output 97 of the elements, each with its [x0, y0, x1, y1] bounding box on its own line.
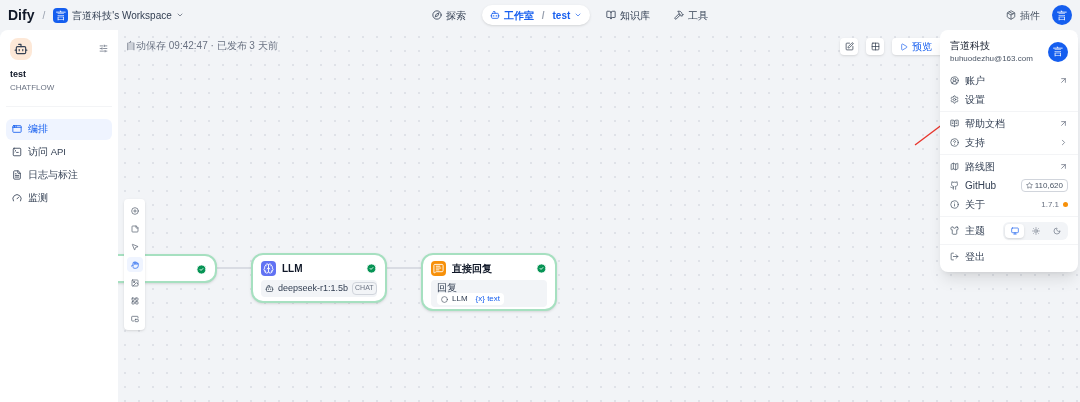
gauge-icon — [12, 193, 22, 203]
settings-icon — [950, 95, 959, 104]
sun-icon — [1031, 226, 1040, 235]
github-icon — [950, 181, 959, 190]
variable-name: {x} text — [475, 293, 501, 305]
chevron-right-icon — [1059, 138, 1068, 147]
robot-icon — [265, 284, 274, 293]
nav-tab[interactable]: 工具 — [666, 5, 717, 25]
note-icon — [130, 224, 139, 233]
window-icon — [12, 124, 22, 134]
pointer-icon — [130, 242, 139, 251]
external-link-icon — [1059, 119, 1068, 128]
terminal-icon — [12, 147, 22, 157]
grid-icon — [130, 296, 139, 305]
star-count[interactable]: 110,620 — [1020, 179, 1068, 192]
app-icon — [10, 38, 32, 60]
menu-item-label: 主题 — [965, 224, 985, 238]
menu-item-label: 路线图 — [965, 160, 995, 174]
sidebar-item[interactable]: 监测 — [6, 187, 112, 209]
workspace-selector[interactable]: 言 言道科技's Workspace — [53, 7, 184, 23]
add-icon — [130, 206, 139, 215]
package-icon — [1006, 10, 1016, 20]
moon-icon — [1052, 226, 1061, 235]
hand-tool-button[interactable] — [126, 257, 143, 272]
grid-icon — [870, 42, 880, 51]
edit-icon-button[interactable] — [840, 38, 858, 55]
version-number: 1.7.1 — [1041, 198, 1059, 211]
image-icon — [130, 278, 139, 287]
menu-item-label: 登出 — [965, 250, 985, 264]
menu-item-label: 支持 — [965, 136, 985, 150]
menu-item[interactable]: 主题 — [940, 219, 1078, 242]
field-label: 回复 — [437, 282, 458, 293]
success-icon — [196, 264, 207, 275]
help-icon — [950, 138, 959, 147]
brain-icon — [261, 261, 276, 276]
menu-item[interactable]: 登出 — [940, 247, 1078, 266]
menu-item[interactable]: 路线图 — [940, 157, 1078, 176]
document-icon — [12, 170, 22, 180]
map-icon — [950, 162, 959, 171]
star-icon — [1025, 182, 1033, 189]
menu-item[interactable]: 账户 — [940, 71, 1078, 90]
hand-icon — [130, 260, 139, 269]
sliders-icon[interactable] — [99, 44, 108, 53]
robot-icon — [489, 10, 500, 20]
book-icon — [606, 10, 617, 20]
sidebar-item[interactable]: 访问 API — [6, 141, 112, 163]
message-icon — [431, 261, 446, 276]
menu-item[interactable]: 关于 1.7.1 — [940, 195, 1078, 214]
save-status: 自动保存 09:42:47 · 已发布 3 天前 — [126, 39, 278, 53]
node-title: 直接回复 — [452, 262, 492, 276]
menu-item[interactable]: 支持 — [940, 133, 1078, 152]
compass-icon — [431, 10, 442, 20]
app-type: CHATFLOW — [9, 81, 56, 94]
theme-option[interactable] — [1005, 223, 1024, 238]
menu-item[interactable]: GitHub 110,620 — [940, 176, 1078, 195]
workflow-node[interactable]: 直接回复 回复 LLM {x} text — [421, 253, 557, 311]
nav-tab[interactable]: 探索 — [423, 5, 474, 25]
book-icon — [950, 119, 959, 128]
chevron-down-icon — [574, 11, 583, 19]
model-name: deepseek-r1:1.5b — [278, 281, 349, 295]
user-icon — [950, 76, 959, 85]
workspace-avatar: 言 — [53, 7, 69, 23]
external-link-icon — [1059, 162, 1068, 171]
success-icon — [366, 263, 377, 274]
app-name: test — [9, 68, 27, 81]
user-avatar[interactable]: 言 — [1052, 5, 1072, 25]
logout-icon — [950, 252, 959, 261]
user-avatar: 言 — [1048, 41, 1068, 62]
sidebar-item[interactable]: 编排 — [6, 118, 112, 140]
user-email: buhuodezhu@163.com — [950, 53, 1033, 65]
minimap-icon — [130, 314, 139, 323]
menu-item-label: 设置 — [965, 93, 985, 107]
external-link-icon — [1059, 76, 1068, 85]
plugins-button[interactable]: 插件 — [1006, 7, 1040, 23]
menu-item[interactable]: 设置 — [940, 90, 1078, 109]
nav-tab[interactable]: 知识库 — [598, 5, 659, 25]
node-title: LLM — [282, 262, 303, 276]
menu-item[interactable]: 帮助文档 — [940, 114, 1078, 133]
nav-tab[interactable]: 工作室 / test — [481, 5, 591, 25]
sidebar-item[interactable]: 日志与标注 — [6, 164, 112, 186]
grid-icon-button[interactable] — [866, 38, 884, 55]
menu-item-label: GitHub — [965, 179, 997, 193]
play-icon — [900, 42, 908, 51]
menu-item-label: 关于 — [965, 198, 985, 212]
edit-icon — [844, 42, 854, 51]
circle-icon — [441, 295, 448, 303]
breadcrumb-separator: / — [42, 8, 46, 23]
info-icon — [950, 200, 959, 209]
hammer-icon — [674, 10, 685, 20]
menu-item-label: 账户 — [965, 74, 985, 88]
menu-item-label: 帮助文档 — [965, 117, 1005, 131]
monitor-icon — [1010, 226, 1019, 235]
app-logo[interactable]: Dify — [8, 4, 35, 26]
success-icon — [536, 263, 547, 274]
source-name: LLM — [452, 293, 468, 305]
shirt-icon — [950, 226, 959, 235]
chevron-down-icon — [175, 11, 184, 19]
